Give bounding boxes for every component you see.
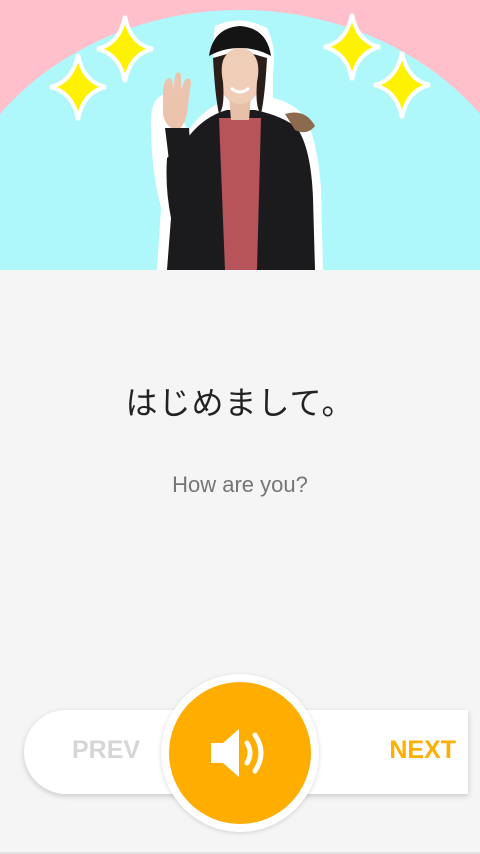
hero-illustration — [0, 0, 480, 270]
prev-button[interactable]: PREV — [72, 736, 140, 765]
phrase-japanese: はじめまして。 — [125, 385, 355, 421]
phrase-card-screen: はじめまして。 How are you? PREV NEXT — [0, 0, 480, 854]
phrase-translation: How are you? — [172, 472, 308, 497]
play-audio-button[interactable] — [169, 682, 311, 824]
speaker-icon — [211, 729, 264, 777]
next-button[interactable]: NEXT — [389, 736, 456, 765]
sparkle-icon — [373, 51, 431, 119]
waving-person-photo — [150, 20, 323, 270]
